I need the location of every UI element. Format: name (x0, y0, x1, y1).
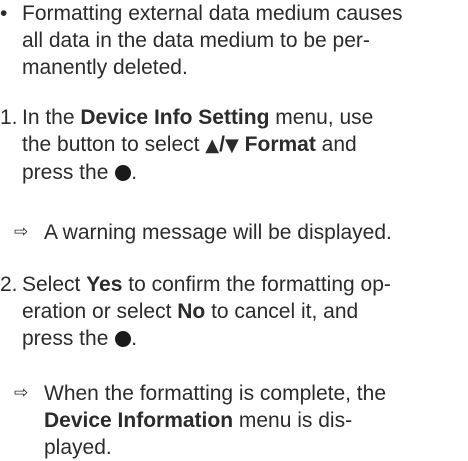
result-2-line-3: played. (44, 436, 112, 459)
step-2-text: Select Yes to confirm the formatting op-… (22, 271, 464, 352)
step-2-period: . (131, 327, 138, 350)
step-2-line-3: press the (22, 327, 115, 350)
device-information-menu: Device Information (44, 409, 234, 432)
result-2-text: When the formatting is complete, the Dev… (44, 380, 464, 461)
step-1-line-2: the button to select (22, 133, 206, 156)
no-option: No (177, 300, 206, 323)
step-1-number: 1. (0, 106, 18, 129)
result-2-line-2-suffix: menu is dis- (233, 409, 353, 432)
note-text: Formatting external data medium causes a… (22, 0, 464, 81)
bullet-marker: • (0, 2, 8, 25)
filled-circle-icon (115, 331, 132, 347)
note-line-2: all data in the data medium to be per- (22, 29, 370, 52)
step-1-line-1-suffix: menu, use (269, 106, 374, 129)
step-2-select: Select (22, 273, 87, 296)
up-arrow-icon: ▲ (205, 135, 220, 156)
step-2-line-2: eration or select (22, 300, 178, 323)
yes-option: Yes (86, 273, 123, 296)
result-arrow-icon: ⇨ (14, 222, 29, 242)
step-2-line-2-suffix: to cancel it, and (205, 300, 359, 323)
instruction-page: • Formatting external data medium causes… (0, 0, 468, 459)
down-arrow-icon: ▼ (224, 135, 239, 156)
format-option: Format (238, 133, 316, 156)
step-1-line-3: press the (22, 161, 115, 184)
step-2-line-1-suffix: to confirm the formatting op- (122, 273, 391, 296)
note-line-1: Formatting external data medium causes (22, 2, 403, 25)
filled-circle-icon (115, 165, 132, 181)
step-1-period: . (131, 161, 138, 184)
result-arrow-icon: ⇨ (14, 383, 29, 403)
result-2-line-1: When the formatting is complete, the (44, 382, 386, 405)
step-2-number: 2. (0, 273, 18, 296)
note-line-3: manently deleted. (22, 56, 188, 79)
step-1-text: In the Device Info Setting menu, use the… (22, 104, 464, 186)
device-info-setting-menu: Device Info Setting (80, 106, 270, 129)
step-1-line-2-suffix: and (315, 133, 357, 156)
step-1-prefix: In the (22, 106, 81, 129)
result-1-text: A warning message will be displayed. (44, 221, 392, 244)
